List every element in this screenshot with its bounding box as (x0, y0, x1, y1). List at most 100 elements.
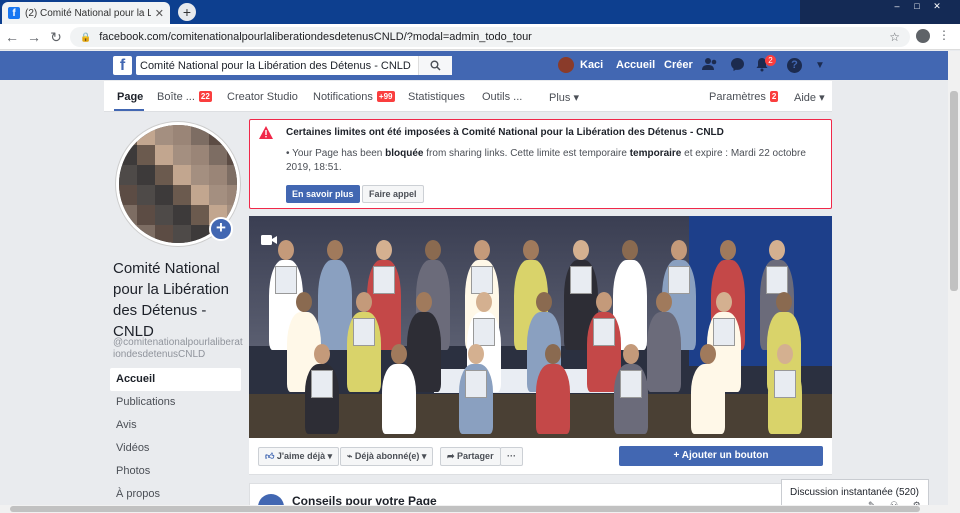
tab-help[interactable]: Aide ▾ (794, 91, 825, 104)
cover-photo[interactable] (249, 216, 832, 438)
mosaic-portrait (119, 125, 137, 145)
cover-protest-sign (569, 266, 592, 294)
cover-person-head (776, 344, 793, 364)
nav-item-reviews[interactable]: Avis (110, 414, 241, 437)
follow-button[interactable]: ⌁ Déjà abonné(e) ▾ (340, 447, 434, 466)
mosaic-portrait (209, 185, 227, 205)
cover-person-head (416, 292, 432, 312)
mosaic-portrait (155, 185, 173, 205)
notifications-badge: 2 (765, 55, 776, 66)
tab-creator-studio[interactable]: Creator Studio (227, 91, 298, 103)
bookmark-star-icon[interactable]: ☆ (889, 30, 900, 44)
browser-tab[interactable]: f (2) Comité National pour la Libéra ✕ (2, 2, 170, 24)
search-icon[interactable] (418, 56, 452, 75)
mosaic-portrait (155, 205, 173, 225)
search-field[interactable]: Comité National pour la Libération des D… (136, 56, 452, 75)
mosaic-portrait (191, 205, 209, 225)
address-bar[interactable]: 🔒 facebook.com/comitenationalpourlaliber… (70, 27, 910, 47)
create-link[interactable]: Créer (664, 59, 693, 71)
mosaic-portrait (191, 225, 209, 243)
mosaic-portrait (191, 125, 209, 145)
tab-tools[interactable]: Outils ... (482, 91, 522, 103)
cover-person-head (391, 344, 408, 364)
friend-requests-icon[interactable] (702, 57, 718, 73)
maximize-icon[interactable]: □ (910, 0, 924, 12)
cover-person-head (314, 344, 330, 364)
horizontal-scrollbar[interactable] (0, 505, 948, 513)
lock-icon: 🔒 (80, 31, 92, 42)
mosaic-portrait (137, 165, 155, 185)
scrollbar-thumb[interactable] (950, 91, 958, 291)
reload-icon[interactable]: ↻ (48, 28, 64, 46)
cover-protest-sign (593, 318, 615, 346)
cover-person-head (670, 240, 687, 260)
tab-insights[interactable]: Statistiques (408, 91, 465, 103)
cover-person-head (716, 292, 732, 312)
vertical-scrollbar[interactable] (948, 51, 960, 513)
add-photo-icon[interactable]: + (209, 217, 233, 241)
cover-protest-sign (353, 318, 375, 346)
mosaic-portrait (173, 125, 191, 145)
tab-more[interactable]: Plus ▾ (549, 91, 579, 104)
add-button-cta[interactable]: + Ajouter un bouton (619, 446, 823, 466)
page-username[interactable]: @comitenationalpourlaliberationdesdetenu… (113, 337, 243, 361)
notifications-tab-badge: +99 (376, 91, 395, 102)
page-name[interactable]: Comité National pour la Libération des D… (113, 258, 238, 342)
cover-person-head (536, 292, 552, 312)
cover-person-head (776, 292, 792, 312)
mosaic-portrait (137, 205, 155, 225)
share-arrow-icon: ➦ (447, 451, 458, 461)
cover-protest-sign (473, 318, 495, 346)
browser-menu-icon[interactable]: ⋮ (938, 28, 950, 42)
forward-icon[interactable]: → (26, 28, 42, 46)
close-window-icon[interactable]: ✕ (930, 0, 944, 12)
cover-protest-sign (373, 266, 396, 294)
mosaic-portrait (227, 145, 237, 165)
cover-person (382, 364, 417, 434)
thumbs-up-icon: 👍︎ (265, 451, 277, 461)
cover-person (536, 364, 571, 434)
back-icon[interactable]: ← (4, 28, 20, 46)
cover-person-head (476, 292, 492, 312)
messenger-icon[interactable] (729, 57, 745, 73)
help-icon[interactable]: ? (787, 58, 802, 73)
tab-page[interactable]: Page (117, 91, 143, 103)
search-input[interactable]: Comité National pour la Libération des D… (140, 60, 418, 72)
cover-protest-sign (275, 266, 297, 294)
share-button[interactable]: ➦ Partager (440, 447, 501, 466)
minimize-icon[interactable]: – (890, 0, 904, 12)
nav-item-about[interactable]: À propos (110, 483, 241, 506)
browser-profile-icon[interactable] (916, 29, 930, 43)
nav-item-videos[interactable]: Vidéos (110, 437, 241, 460)
tab-inbox[interactable]: Boîte ... 22 (157, 91, 212, 103)
mosaic-portrait (227, 165, 237, 185)
nav-item-home[interactable]: Accueil (110, 368, 241, 391)
learn-more-button[interactable]: En savoir plus (286, 185, 360, 203)
tab-notifications[interactable]: Notifications +99 (313, 91, 395, 103)
mosaic-portrait (119, 205, 137, 225)
nav-item-posts[interactable]: Publications (110, 391, 241, 414)
mosaic-portrait (209, 165, 227, 185)
appeal-button[interactable]: Faire appel (362, 185, 424, 203)
page-restriction-alert: Certaines limites ont été imposées à Com… (249, 119, 832, 209)
home-link[interactable]: Accueil (616, 59, 655, 71)
mosaic-portrait (119, 165, 137, 185)
tab-settings[interactable]: Paramètres 2 (709, 91, 779, 103)
facebook-logo-icon[interactable]: f (113, 56, 132, 75)
mosaic-portrait (155, 145, 173, 165)
mosaic-portrait (119, 185, 137, 205)
new-tab-button[interactable]: + (178, 3, 196, 21)
profile-link[interactable]: Kaci (558, 57, 603, 73)
settings-badge: 2 (769, 91, 779, 102)
hscrollbar-thumb[interactable] (10, 506, 920, 512)
cover-protest-sign (713, 318, 735, 346)
avatar (558, 57, 574, 73)
nav-item-photos[interactable]: Photos (110, 460, 241, 483)
more-options-button[interactable]: ··· (500, 447, 523, 466)
close-tab-icon[interactable]: ✕ (155, 7, 164, 20)
like-button[interactable]: 👍︎ J'aime déjà ▾ (258, 447, 340, 466)
mosaic-portrait (173, 205, 191, 225)
account-menu-caret-icon[interactable]: ▼ (815, 60, 825, 71)
video-camera-icon[interactable] (261, 234, 277, 246)
mosaic-portrait (173, 185, 191, 205)
